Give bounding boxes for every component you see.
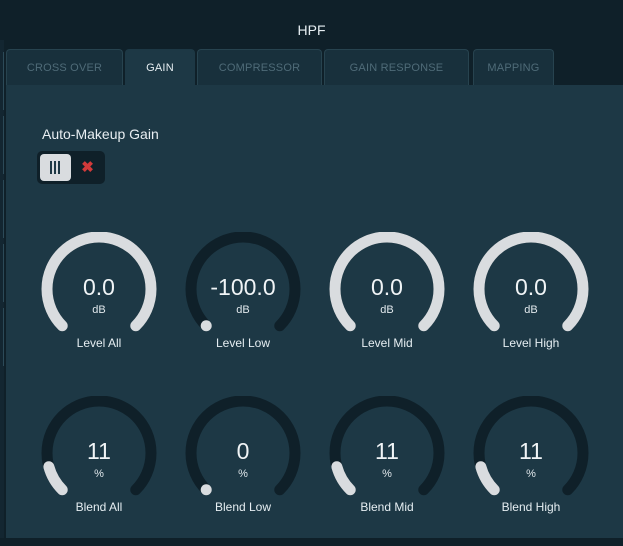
sidebar-segment <box>0 308 4 366</box>
knob-unit: % <box>94 468 104 480</box>
knob-blend-high[interactable]: 11 % Blend High <box>468 396 594 546</box>
knob-level-all[interactable]: 0.0 dB Level All <box>36 232 162 382</box>
tab-cross-over[interactable]: CROSS OVER <box>6 49 123 85</box>
knob-value: 0.0 <box>371 274 403 300</box>
toggle-off-button[interactable]: ✖ <box>73 154 102 181</box>
knob-blend-low[interactable]: 0 % Blend Low <box>180 396 306 546</box>
tab-mapping[interactable]: MAPPING <box>473 49 554 85</box>
knob-label: Blend High <box>501 500 561 514</box>
knob-label: Level High <box>502 336 560 350</box>
knob-value: 11 <box>519 438 543 464</box>
knob-label: Level All <box>76 336 122 350</box>
knob-value: -100.0 <box>210 274 276 300</box>
knob-label: Blend Mid <box>360 500 414 514</box>
sidebar-segment <box>0 116 4 174</box>
sidebar-segment <box>0 180 4 238</box>
tab-gain-response[interactable]: GAIN RESPONSE <box>324 49 469 85</box>
knob-value: 0.0 <box>83 274 115 300</box>
knob-label: Blend All <box>75 500 123 514</box>
knob-label: Level Low <box>215 336 271 350</box>
knob-unit: dB <box>524 304 538 316</box>
knob-unit: dB <box>236 304 250 316</box>
knob-label: Blend Low <box>214 500 272 514</box>
knob-unit: dB <box>380 304 394 316</box>
knob-level-high[interactable]: 0.0 dB Level High <box>468 232 594 382</box>
sidebar-segment <box>0 244 4 302</box>
auto-makeup-gain-label: Auto-Makeup Gain <box>42 126 159 142</box>
knob-unit: dB <box>92 304 106 316</box>
x-icon: ✖ <box>81 159 94 176</box>
auto-makeup-gain-toggle[interactable]: ✖ <box>37 151 105 184</box>
toggle-on-button[interactable] <box>40 154 71 181</box>
knob-value: 0 <box>236 438 250 464</box>
knob-unit: % <box>238 468 248 480</box>
knob-level-mid[interactable]: 0.0 dB Level Mid <box>324 232 450 382</box>
knob-handle <box>200 320 212 332</box>
tab-compressor[interactable]: COMPRESSOR <box>197 49 322 85</box>
knob-label: Level Mid <box>361 336 413 350</box>
knob-value: 11 <box>375 438 399 464</box>
tab-gain[interactable]: GAIN <box>125 49 195 85</box>
sidebar-segment <box>0 52 4 110</box>
knob-handle <box>200 484 212 496</box>
window-title: HPF <box>297 22 326 38</box>
knob-unit: % <box>526 468 536 480</box>
knob-level-low[interactable]: -100.0 dB Level Low <box>180 232 306 382</box>
knob-blend-mid[interactable]: 11 % Blend Mid <box>324 396 450 546</box>
knob-unit: % <box>382 468 392 480</box>
knob-blend-all[interactable]: 11 % Blend All <box>36 396 162 546</box>
knob-value: 0.0 <box>515 274 547 300</box>
knob-value: 11 <box>87 438 111 464</box>
left-sidebar-edge <box>0 40 4 538</box>
